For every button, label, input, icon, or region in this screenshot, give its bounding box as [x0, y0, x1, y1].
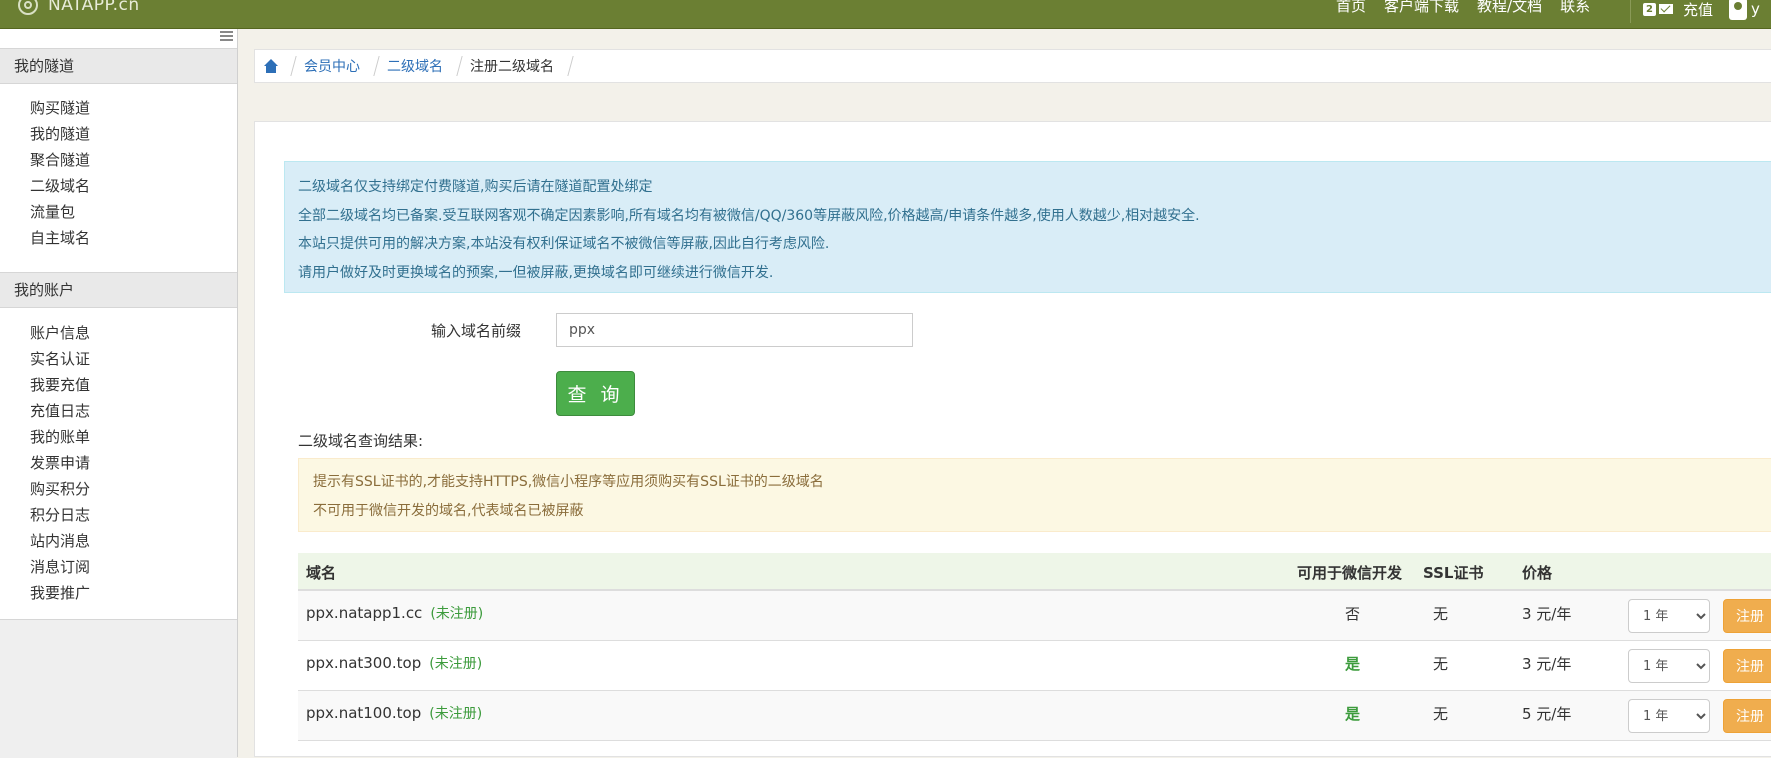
- sidebar-item-subdomain[interactable]: 二级域名: [30, 173, 90, 199]
- nav-link-download[interactable]: 客户端下载: [1384, 0, 1459, 16]
- sidebar-filler: [0, 619, 237, 758]
- row-status: (未注册): [430, 606, 484, 622]
- prefix-label: 输入域名前缀: [431, 322, 522, 340]
- result-title: 二级域名查询结果:: [298, 432, 424, 450]
- table-row: ppx.nat300.top (未注册) 是 无 3 元/年 1 年 注册: [298, 641, 1771, 691]
- user-name[interactable]: y: [1751, 0, 1760, 18]
- breadcrumb-subdomain[interactable]: 二级域名: [387, 56, 443, 76]
- sidebar-item-recharge[interactable]: 我要充值: [30, 372, 90, 398]
- table-row: ppx.natapp1.cc (未注册) 否 无 3 元/年 1 年 注册: [298, 591, 1771, 641]
- table-row: ppx.nat100.top (未注册) 是 无 5 元/年 1 年 注册: [298, 691, 1771, 741]
- sidebar-item-buy-tunnel[interactable]: 购买隧道: [30, 95, 90, 121]
- row-ssl: 无: [1433, 605, 1449, 623]
- sidebar-item-invoice[interactable]: 发票申请: [30, 450, 90, 476]
- nav-link-contact[interactable]: 联系: [1560, 0, 1590, 16]
- header-ssl: SSL证书: [1423, 564, 1484, 582]
- mail-icon[interactable]: [1658, 4, 1673, 14]
- nav-link-home[interactable]: 首页: [1336, 0, 1366, 16]
- message-count-badge[interactable]: 2: [1643, 2, 1656, 16]
- query-button[interactable]: 查 询: [556, 371, 635, 416]
- nav-link-docs[interactable]: 教程/文档: [1477, 0, 1542, 16]
- header-price: 价格: [1522, 564, 1553, 582]
- sidebar-item-my-tunnels[interactable]: 我的隧道: [30, 121, 90, 147]
- sidebar-item-recharge-log[interactable]: 充值日志: [30, 398, 90, 424]
- row-ssl: 无: [1433, 655, 1449, 673]
- sidebar-item-bills[interactable]: 我的账单: [30, 424, 90, 450]
- domain-results-table: 域名 可用于微信开发 SSL证书 价格 ppx.natapp1.cc (未注册) …: [298, 553, 1771, 741]
- period-select[interactable]: 1 年: [1628, 599, 1710, 633]
- nav-links: 首页 客户端下载 教程/文档 联系: [1336, 0, 1608, 16]
- info-line: 请用户做好及时更换域名的预案,一但被屏蔽,更换域名即可继续进行微信开发.: [298, 264, 774, 281]
- nav-link-recharge[interactable]: 充值: [1683, 0, 1713, 20]
- natapp-logo-icon: [18, 0, 38, 15]
- warning-line: 不可用于微信开发的域名,代表域名已被屏蔽: [313, 503, 584, 519]
- info-alert: 二级域名仅支持绑定付费隧道,购买后请在隧道配置处绑定 全部二级域名均已备案.受互…: [284, 161, 1771, 293]
- sidebar: 我的隧道 购买隧道 我的隧道 聚合隧道 二级域名 流量包 自主域名 我的账户 账…: [0, 29, 238, 758]
- sidebar-item-traffic-pack[interactable]: 流量包: [30, 199, 90, 225]
- row-price: 5 元/年: [1522, 705, 1572, 723]
- user-icon[interactable]: [1728, 0, 1747, 20]
- row-status: (未注册): [429, 656, 483, 672]
- breadcrumb-member-center[interactable]: 会员中心: [304, 56, 360, 76]
- top-navbar: NATAPP.cn 首页 客户端下载 教程/文档 联系 2 充值 y: [0, 0, 1771, 29]
- sidebar-menu-account: 账户信息 实名认证 我要充值 充值日志 我的账单 发票申请 购买积分 积分日志 …: [30, 320, 90, 606]
- sidebar-item-account-info[interactable]: 账户信息: [30, 320, 90, 346]
- breadcrumb-separator: [559, 56, 574, 76]
- breadcrumb: 会员中心 二级域名 注册二级域名: [254, 49, 1771, 83]
- info-line: 二级域名仅支持绑定付费隧道,购买后请在隧道配置处绑定: [298, 179, 653, 195]
- sidebar-menu-tunnels: 购买隧道 我的隧道 聚合隧道 二级域名 流量包 自主域名: [30, 95, 90, 251]
- warning-line: 提示有SSL证书的,才能支持HTTPS,微信小程序等应用须购买有SSL证书的二级…: [313, 474, 824, 490]
- warning-alert: 提示有SSL证书的,才能支持HTTPS,微信小程序等应用须购买有SSL证书的二级…: [298, 458, 1771, 532]
- sidebar-section-tunnels[interactable]: 我的隧道: [0, 48, 237, 84]
- sidebar-item-buy-points[interactable]: 购买积分: [30, 476, 90, 502]
- nav-user-area: 2 充值 y: [1630, 0, 1760, 23]
- row-price: 3 元/年: [1522, 655, 1572, 673]
- register-button[interactable]: 注册: [1723, 599, 1771, 633]
- register-button[interactable]: 注册: [1723, 699, 1771, 733]
- sidebar-item-aggregate-tunnel[interactable]: 聚合隧道: [30, 147, 90, 173]
- brand-logo[interactable]: NATAPP.cn: [18, 0, 140, 18]
- row-ssl: 无: [1433, 705, 1449, 723]
- breadcrumb-separator: [448, 56, 463, 76]
- period-select[interactable]: 1 年: [1628, 649, 1710, 683]
- register-button[interactable]: 注册: [1723, 649, 1771, 683]
- breadcrumb-separator: [365, 56, 380, 76]
- home-icon[interactable]: [263, 59, 279, 73]
- sidebar-collapse-icon[interactable]: [220, 31, 233, 41]
- period-select[interactable]: 1 年: [1628, 699, 1710, 733]
- row-domain: ppx.natapp1.cc: [306, 604, 423, 622]
- breadcrumb-current: 注册二级域名: [470, 59, 554, 75]
- nav-divider: [1630, 0, 1631, 23]
- header-wechat: 可用于微信开发: [1297, 564, 1403, 582]
- sidebar-item-realname[interactable]: 实名认证: [30, 346, 90, 372]
- sidebar-item-subscriptions[interactable]: 消息订阅: [30, 554, 90, 580]
- brand-name: NATAPP.cn: [48, 0, 140, 15]
- row-domain: ppx.nat100.top: [306, 704, 422, 722]
- row-wechat: 否: [1345, 605, 1361, 623]
- breadcrumb-separator: [282, 56, 297, 76]
- sidebar-item-points-log[interactable]: 积分日志: [30, 502, 90, 528]
- domain-prefix-input[interactable]: [556, 313, 913, 347]
- info-line: 全部二级域名均已备案.受互联网客观不确定因素影响,所有域名均有被微信/QQ/36…: [298, 207, 1200, 224]
- row-wechat: 是: [1345, 655, 1361, 673]
- sidebar-section-account[interactable]: 我的账户: [0, 272, 237, 308]
- header-domain: 域名: [306, 564, 337, 582]
- table-header: 域名 可用于微信开发 SSL证书 价格: [298, 553, 1771, 591]
- info-line: 本站只提供可用的解决方案,本站没有权利保证域名不被微信等屏蔽,因此自行考虑风险.: [298, 236, 830, 252]
- row-status: (未注册): [429, 706, 483, 722]
- row-price: 3 元/年: [1522, 605, 1572, 623]
- sidebar-item-referral[interactable]: 我要推广: [30, 580, 90, 606]
- sidebar-item-custom-domain[interactable]: 自主域名: [30, 225, 90, 251]
- row-domain: ppx.nat300.top: [306, 654, 422, 672]
- row-wechat: 是: [1345, 705, 1361, 723]
- sidebar-item-messages[interactable]: 站内消息: [30, 528, 90, 554]
